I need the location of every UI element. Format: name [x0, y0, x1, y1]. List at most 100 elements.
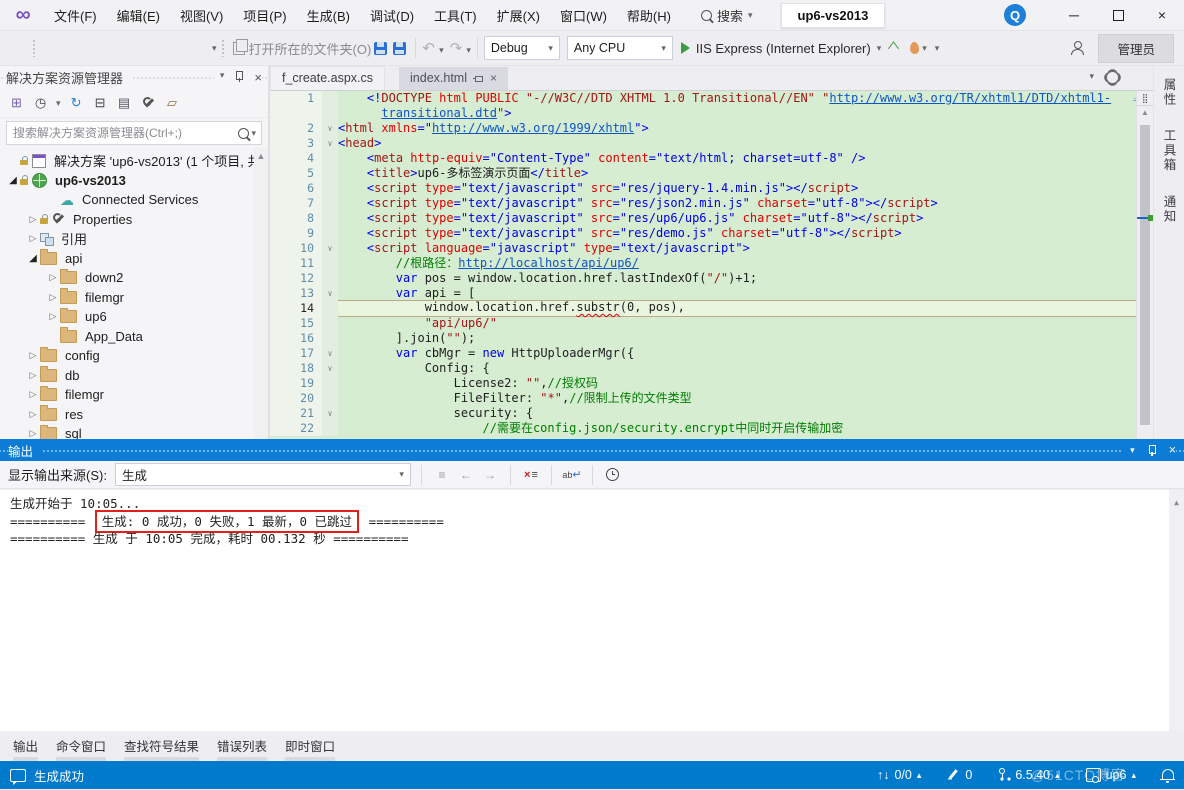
autohide-tab-1[interactable]: 工具箱 [1160, 129, 1179, 173]
collapsed-arrow-icon[interactable]: ▷ [26, 409, 40, 420]
expanded-arrow-icon[interactable]: ◢ [26, 253, 40, 264]
collapsed-arrow-icon[interactable]: ▷ [26, 233, 40, 244]
bottom-tab-0[interactable]: 输出 [6, 734, 45, 764]
code-line-13[interactable]: 13∨ var api = [ [270, 286, 1137, 301]
menu-item-7[interactable]: 扩展(X) [487, 1, 550, 30]
clear-all-icon[interactable]: ×≡ [521, 465, 541, 484]
bottom-tab-1[interactable]: 命令窗口 [49, 734, 113, 764]
window-position-icon[interactable]: ▾ [220, 70, 225, 85]
collapsed-arrow-icon[interactable]: ▷ [26, 350, 40, 361]
minimize-button[interactable]: ─ [1052, 1, 1096, 30]
tree-item-up6-vs2013[interactable]: ◢up6-vs2013 [0, 171, 268, 191]
tree-item-down2[interactable]: ▷down2 [0, 268, 268, 288]
toolbar-grip[interactable] [221, 39, 225, 57]
menu-item-8[interactable]: 窗口(W) [550, 1, 617, 30]
code-line-17[interactable]: 17∨ var cbMgr = new HttpUploaderMgr({ [270, 346, 1137, 361]
gear-icon[interactable] [1106, 71, 1119, 84]
redo-button[interactable]: ↷ ▾ [450, 39, 471, 57]
fold-marker-icon[interactable]: ∨ [322, 361, 338, 376]
fold-marker-icon[interactable]: ∨ [322, 406, 338, 421]
clock-icon[interactable] [603, 465, 623, 484]
tree-item-解决方案-up6-vs2013-1-个项目-共[interactable]: 解决方案 'up6-vs2013' (1 个项目, 共 [0, 151, 268, 171]
tree-item-properties[interactable]: ▷Properties [0, 210, 268, 230]
switch-views-icon[interactable]: ⊞ [8, 95, 25, 112]
editor-scrollbar[interactable]: ⣿ ▲ [1136, 91, 1153, 439]
fold-marker-icon[interactable]: ∨ [322, 286, 338, 301]
save-button[interactable] [374, 42, 387, 55]
menu-item-1[interactable]: 编辑(E) [107, 1, 170, 30]
menu-item-2[interactable]: 视图(V) [170, 1, 233, 30]
tab-index-html[interactable]: index.html × [399, 67, 508, 90]
expanded-arrow-icon[interactable]: ◢ [6, 175, 20, 186]
notifications-button[interactable] [1162, 771, 1174, 779]
code-line-12[interactable]: 12 var pos = window.location.href.lastIn… [270, 271, 1137, 286]
tree-scrollbar[interactable]: ▲ [254, 148, 268, 439]
active-files-dropdown-icon[interactable]: ▾ [1089, 71, 1094, 84]
solution-configuration-dropdown[interactable]: Debug▾ [484, 36, 560, 60]
code-line-1[interactable]: 1 <!DOCTYPE html PUBLIC "-//W3C//DTD XHT… [270, 91, 1137, 106]
tree-item-filemgr[interactable]: ▷filemgr [0, 288, 268, 308]
code-line-5[interactable]: 5 <title>up6-多标签演示页面</title> [270, 166, 1137, 181]
menu-item-3[interactable]: 项目(P) [233, 1, 296, 30]
collapse-all-icon[interactable]: ⊟ [92, 95, 109, 112]
splitter-handle[interactable]: ⣿ [1137, 91, 1153, 106]
tree-item-connected-services[interactable]: ☁Connected Services [0, 190, 268, 210]
fold-marker-icon[interactable]: ∨ [322, 121, 338, 136]
collapsed-arrow-icon[interactable]: ▷ [26, 370, 40, 381]
code-line-10[interactable]: 10∨ <script language="javascript" type="… [270, 241, 1137, 256]
word-wrap-icon[interactable]: ab↵ [562, 465, 582, 484]
code-line-15[interactable]: 15 "api/up6/" [270, 316, 1137, 331]
code-line-6[interactable]: 6 <script type="text/javascript" src="re… [270, 181, 1137, 196]
solution-platform-dropdown[interactable]: Any CPU▾ [567, 36, 673, 60]
code-line-4[interactable]: 4 <meta http-equiv="Content-Type" conten… [270, 151, 1137, 166]
close-icon[interactable]: × [490, 71, 497, 85]
tab-f-create-aspx-cs[interactable]: f_create.aspx.cs [270, 66, 385, 90]
close-icon[interactable]: × [1169, 443, 1176, 457]
menu-item-6[interactable]: 工具(T) [424, 1, 487, 30]
bottom-tab-4[interactable]: 即时窗口 [278, 734, 342, 764]
menu-item-9[interactable]: 帮助(H) [617, 1, 681, 30]
code-line-20[interactable]: 20 FileFilter: "*",//限制上传的文件类型 [270, 391, 1137, 406]
fold-marker-icon[interactable]: ∨ [322, 346, 338, 361]
goto-message-icon[interactable]: ≡ [432, 465, 452, 484]
code-line-18[interactable]: 18∨ Config: { [270, 361, 1137, 376]
save-all-button[interactable] [393, 42, 406, 55]
tree-item-res[interactable]: ▷res [0, 405, 268, 425]
scroll-up-icon[interactable]: ▲ [1137, 106, 1153, 119]
toolbar-overflow-icon[interactable]: ▾ [935, 43, 940, 54]
open-containing-folder-button[interactable]: 打开所在的文件夹(O) [233, 39, 372, 58]
tree-item-sql[interactable]: ▷sql [0, 424, 268, 439]
tree-item-api[interactable]: ◢api [0, 249, 268, 269]
search-menu[interactable]: 搜索 ▾ [695, 3, 759, 28]
maximize-button[interactable] [1096, 1, 1140, 30]
code-line-7[interactable]: 7 <script type="text/javascript" src="re… [270, 196, 1137, 211]
pin-icon[interactable] [473, 74, 484, 83]
pending-edits-button[interactable]: 0 [947, 768, 972, 782]
tree-item-filemgr[interactable]: ▷filemgr [0, 385, 268, 405]
output-scrollbar[interactable]: ▲ [1169, 490, 1184, 731]
code-editor[interactable]: 1 <!DOCTYPE html PUBLIC "-//W3C//DTD XHT… [270, 90, 1153, 439]
hot-reload-icon[interactable] [910, 42, 920, 55]
menu-item-0[interactable]: 文件(F) [44, 1, 107, 30]
code-line-19[interactable]: 19 License2: "",//授权码 [270, 376, 1137, 391]
pin-icon[interactable] [1147, 444, 1157, 456]
code-line-9[interactable]: 9 <script type="text/javascript" src="re… [270, 226, 1137, 241]
show-all-files-icon[interactable]: ▤ [116, 95, 133, 112]
tree-item-config[interactable]: ▷config [0, 346, 268, 366]
autohide-tab-2[interactable]: 通知 [1160, 195, 1179, 224]
branch-button[interactable]: 6.5.40 ▴ [998, 768, 1059, 782]
code-line-11[interactable]: 11 //根路径：http://localhost/api/up6/ [270, 256, 1137, 271]
bottom-tab-2[interactable]: 查找符号结果 [117, 734, 206, 764]
sync-commits-button[interactable]: ↑↓ 0/0 ▴ [877, 768, 921, 782]
start-without-debugging-button[interactable] [888, 41, 899, 56]
code-line-wrap[interactable]: transitional.dtd"> [270, 106, 1137, 121]
undo-button[interactable]: ↶ ▾ [422, 39, 443, 57]
pin-icon[interactable] [234, 70, 244, 82]
output-log[interactable]: ▲ 生成开始于 10:05...========== 生成: 0 成功，0 失败… [0, 489, 1184, 731]
repository-button[interactable]: up6 ▴ [1086, 768, 1136, 782]
tree-item-db[interactable]: ▷db [0, 366, 268, 386]
tree-item-app_data[interactable]: App_Data [0, 327, 268, 347]
fold-marker-icon[interactable]: ∨ [322, 136, 338, 151]
scrollbar-thumb[interactable] [1140, 125, 1150, 425]
collapsed-arrow-icon[interactable]: ▷ [46, 272, 60, 283]
